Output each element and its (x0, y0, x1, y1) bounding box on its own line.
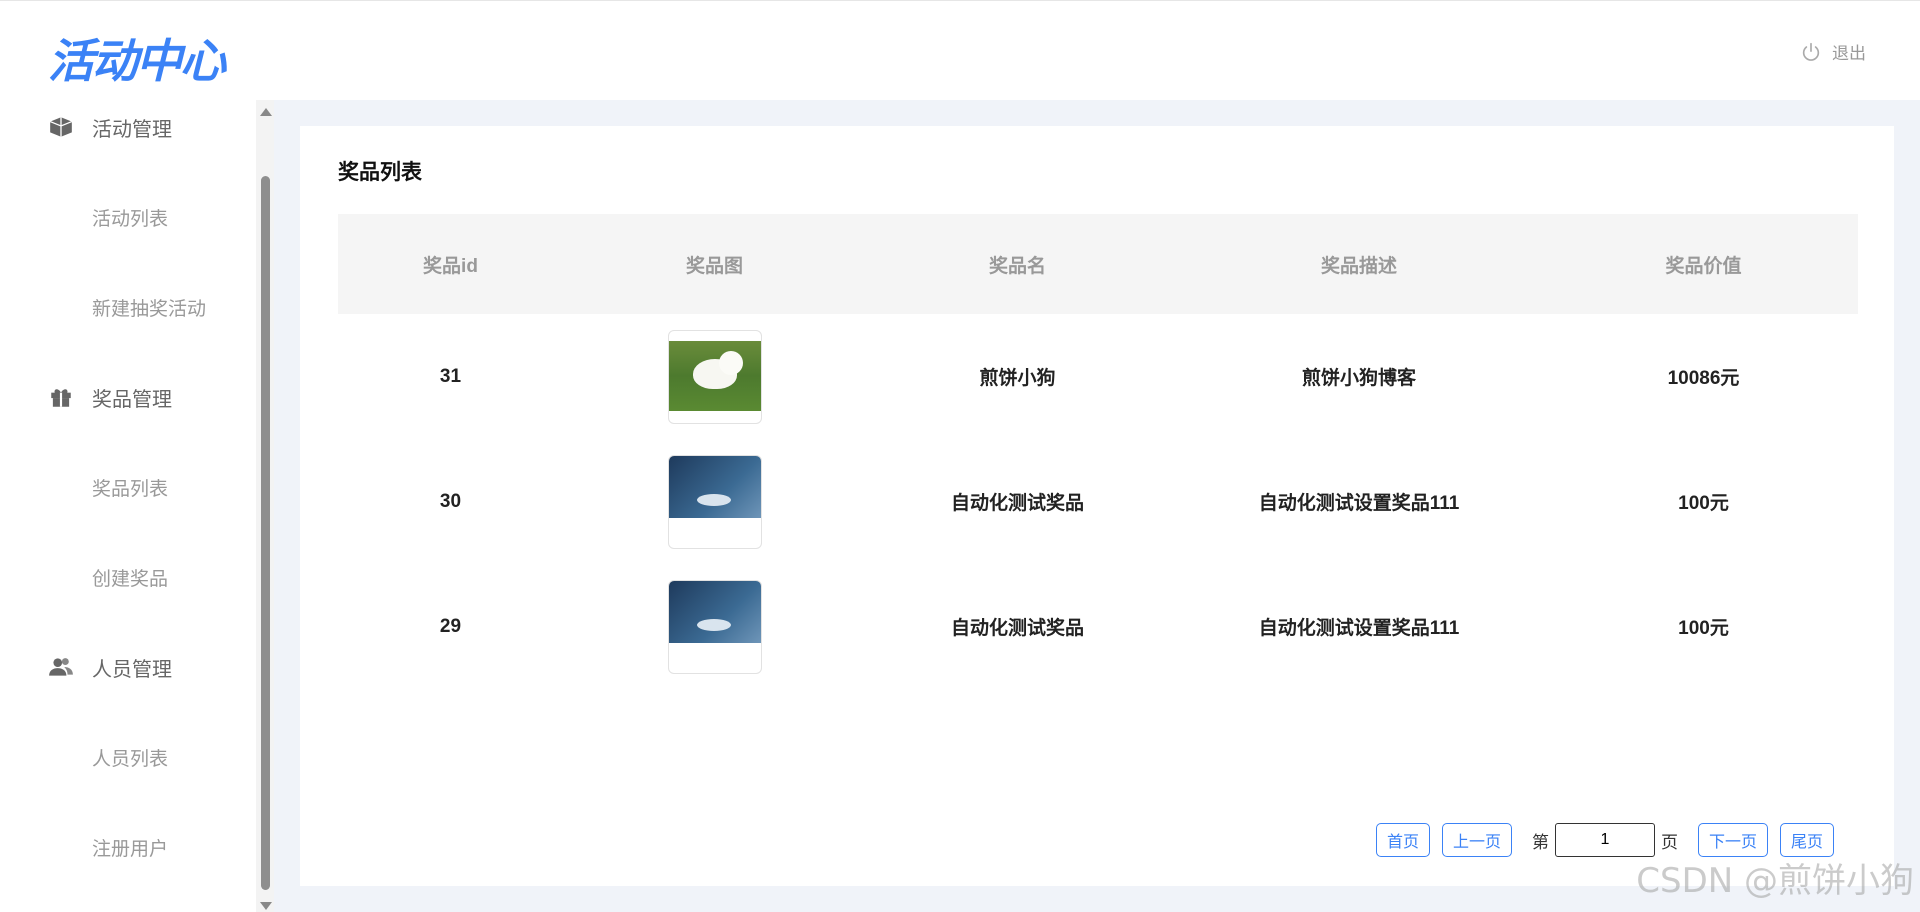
col-header-value: 奖品价值 (1665, 255, 1742, 277)
page-number-input[interactable] (1554, 823, 1655, 857)
prize-list-card: 奖品列表 奖品id 奖品图 奖品名 奖品描述 奖品价值 31 煎饼小狗 煎饼小狗… (300, 126, 1894, 886)
scroll-up-arrow-icon[interactable] (260, 108, 272, 116)
table-row: 31 煎饼小狗 煎饼小狗博客 10086元 (338, 314, 1858, 439)
col-header-desc: 奖品描述 (1320, 255, 1397, 277)
page-suffix: 页 (1660, 832, 1678, 852)
sidebar-scrollbar[interactable] (256, 100, 274, 912)
scroll-thumb[interactable] (261, 176, 270, 890)
page-title: 奖品列表 (338, 161, 422, 184)
prize-desc: 自动化测试设置奖品111 (1258, 618, 1460, 639)
first-page-button[interactable]: 首页 (1375, 823, 1430, 857)
power-icon (1802, 42, 1820, 61)
watermark: CSDN @煎饼小狗 (1636, 861, 1914, 901)
sidebar-item-prize-list[interactable]: 奖品列表 (0, 442, 256, 532)
prize-image-cell (563, 564, 866, 689)
col-header-id: 奖品id (423, 255, 478, 277)
sidebar-item-new-lottery[interactable]: 新建抽奖活动 (0, 262, 256, 352)
sidebar-item-activity-list[interactable]: 活动列表 (0, 172, 256, 262)
sidebar: 活动管理 活动列表 新建抽奖活动 奖品管理 奖品列表 创建奖品 人员管理 人员列… (0, 100, 256, 912)
next-page-button[interactable]: 下一页 (1697, 823, 1768, 857)
prize-desc: 煎饼小狗博客 (1301, 368, 1416, 389)
prize-image (667, 329, 762, 424)
prize-image-cell (563, 314, 866, 439)
dog-photo (668, 340, 761, 411)
robot-vacuum-photo (668, 580, 761, 643)
scroll-down-arrow-icon[interactable] (260, 902, 272, 910)
page-prefix: 第 (1531, 832, 1549, 852)
sidebar-item-register-user[interactable]: 注册用户 (0, 802, 256, 892)
prize-name: 自动化测试奖品 (950, 618, 1084, 639)
table-header-row: 奖品id 奖品图 奖品名 奖品描述 奖品价值 (338, 214, 1858, 314)
last-page-button[interactable]: 尾页 (1779, 823, 1834, 857)
prize-image (667, 579, 762, 674)
robot-vacuum-photo (668, 455, 761, 518)
sidebar-group-label: 奖品管理 (92, 388, 172, 411)
prize-desc: 自动化测试设置奖品111 (1258, 493, 1460, 514)
sidebar-group-label: 人员管理 (92, 658, 172, 681)
prize-id: 31 (439, 365, 462, 387)
prev-page-button[interactable]: 上一页 (1441, 823, 1512, 857)
sidebar-item-create-prize[interactable]: 创建奖品 (0, 532, 256, 622)
prize-id: 30 (439, 490, 462, 512)
prize-name: 自动化测试奖品 (950, 493, 1084, 514)
prize-value: 100元 (1678, 618, 1729, 639)
top-header: 活动中心 退出 (0, 0, 1920, 100)
logout-button[interactable]: 退出 (1800, 39, 1866, 64)
sidebar-group-prize[interactable]: 奖品管理 (0, 352, 256, 442)
prize-image-cell (563, 439, 866, 564)
gift-icon (51, 389, 71, 407)
users-icon (49, 658, 73, 676)
table-row: 30 自动化测试奖品 自动化测试设置奖品111 100元 (338, 439, 1858, 564)
prize-table: 奖品id 奖品图 奖品名 奖品描述 奖品价值 31 煎饼小狗 煎饼小狗博客 10… (338, 214, 1858, 689)
col-header-image: 奖品图 (685, 255, 743, 277)
col-header-name: 奖品名 (988, 255, 1046, 277)
sidebar-group-users[interactable]: 人员管理 (0, 622, 256, 712)
app-logo: 活动中心 (48, 34, 226, 88)
prize-name: 煎饼小狗 (979, 368, 1056, 389)
sidebar-group-label: 活动管理 (92, 118, 172, 141)
table-row: 29 自动化测试奖品 自动化测试设置奖品111 100元 (338, 564, 1858, 689)
sidebar-item-user-list[interactable]: 人员列表 (0, 712, 256, 802)
prize-value: 10086元 (1667, 368, 1740, 389)
pagination: 首页 上一页 第 页 下一页 尾页 (1364, 823, 1834, 857)
logout-label: 退出 (1832, 44, 1866, 63)
prize-image (667, 454, 762, 549)
sidebar-menu: 活动管理 活动列表 新建抽奖活动 奖品管理 奖品列表 创建奖品 人员管理 人员列… (0, 100, 256, 892)
prize-value: 100元 (1678, 493, 1729, 514)
prize-id: 29 (439, 615, 462, 637)
box-icon (49, 117, 73, 137)
sidebar-group-activity[interactable]: 活动管理 (0, 100, 256, 172)
